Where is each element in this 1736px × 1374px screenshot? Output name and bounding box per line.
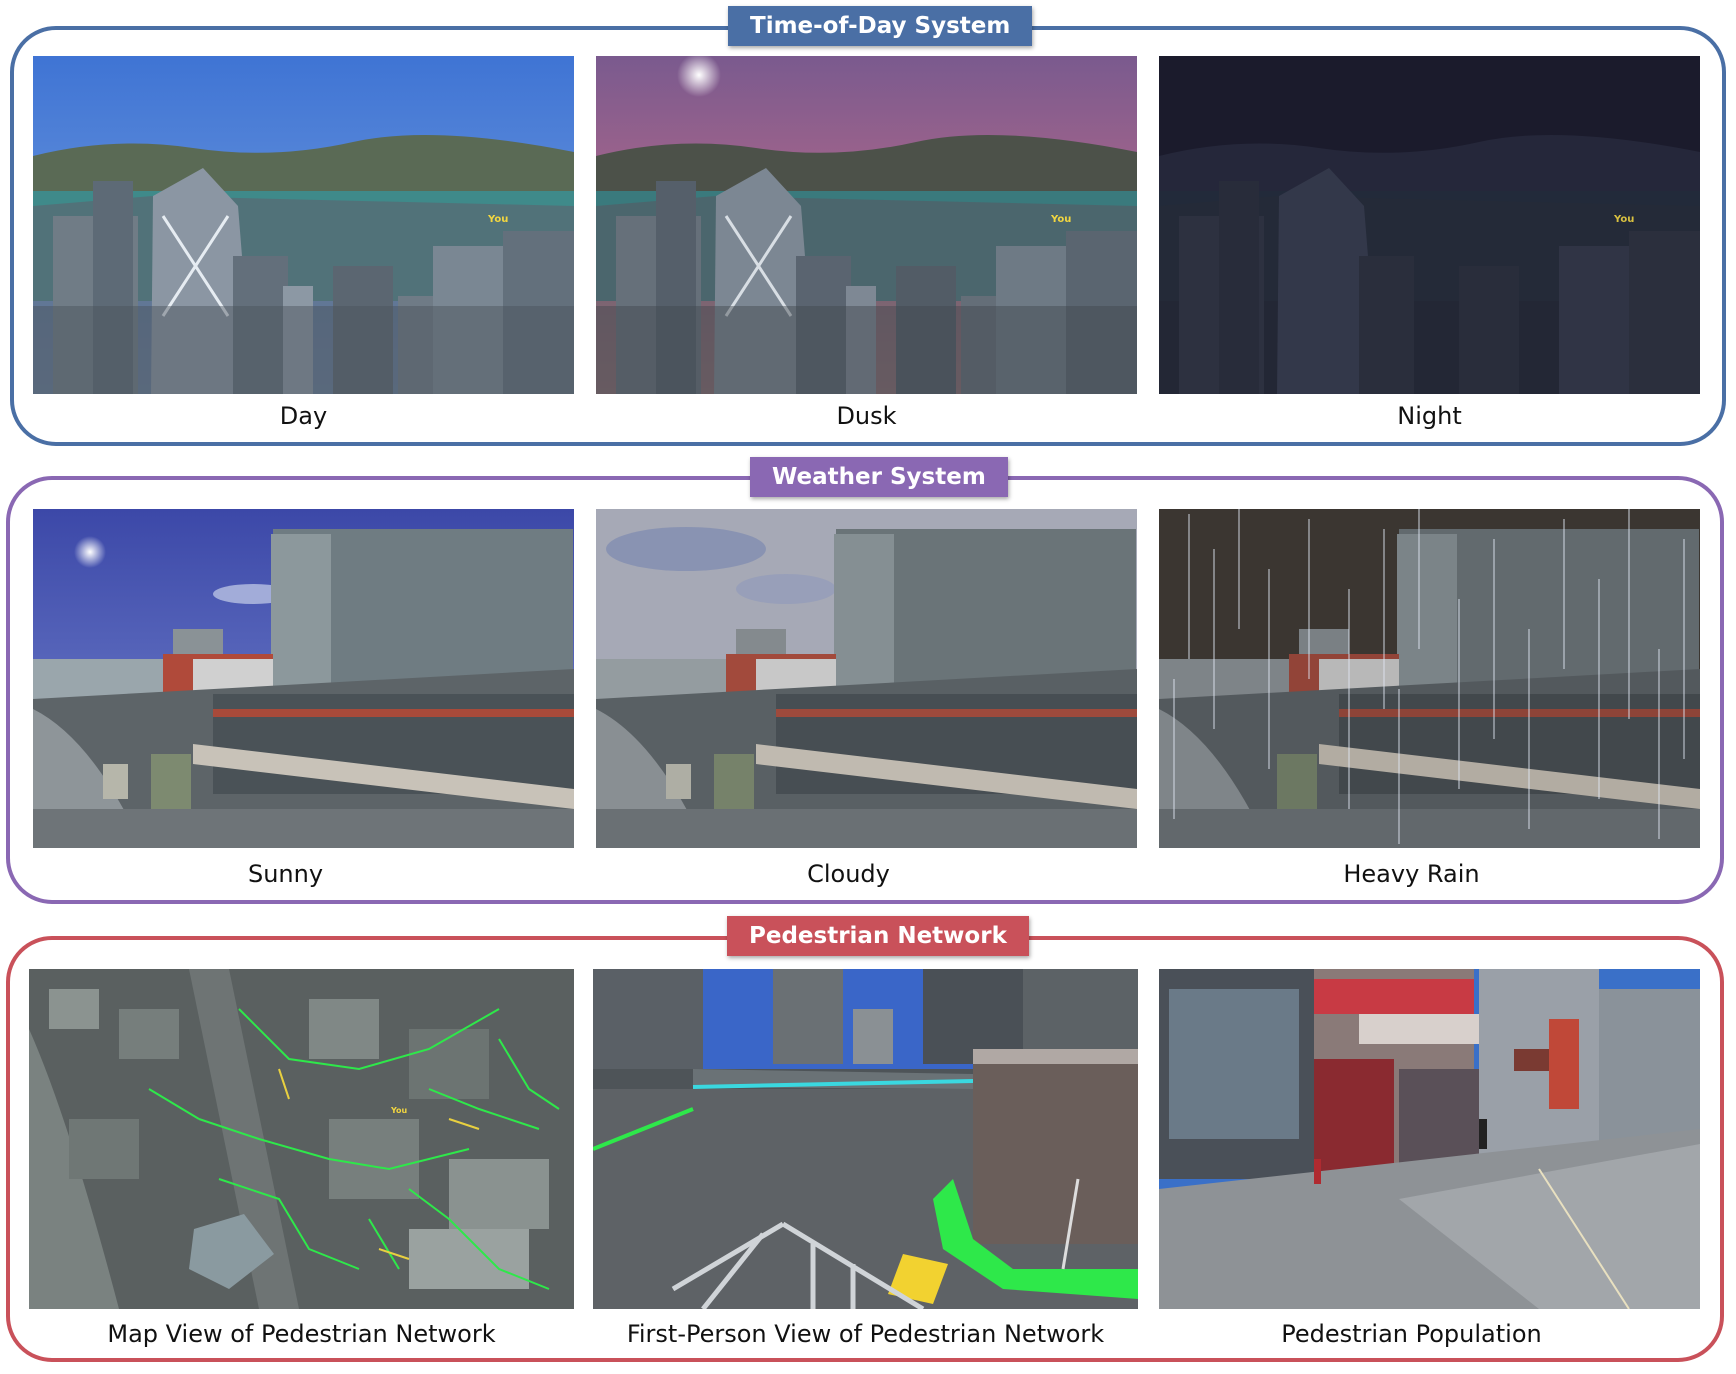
first-person-view-scene-image <box>593 969 1138 1309</box>
day-caption: Day <box>279 402 328 430</box>
heavy-rain-caption: Heavy Rain <box>1343 860 1480 888</box>
sunny-caption: Sunny <box>247 860 324 888</box>
heavy-rain-scene-image <box>1159 509 1700 848</box>
you-marker: You <box>390 1106 408 1115</box>
pedestrian-population-caption: Pedestrian Population <box>1281 1320 1542 1348</box>
dusk-scene-image: You <box>596 56 1137 394</box>
map-view-scene-image: You <box>29 969 574 1309</box>
you-marker: You <box>487 214 508 225</box>
pedestrian-population-scene-image <box>1159 969 1700 1309</box>
weather-title: Weather System <box>750 457 1008 497</box>
night-scene-image: You <box>1159 56 1700 394</box>
time-of-day-title: Time-of-Day System <box>728 6 1033 46</box>
first-person-view-caption: First-Person View of Pedestrian Network <box>626 1320 1105 1348</box>
pedestrian-network-title: Pedestrian Network <box>727 916 1029 956</box>
cloudy-scene-image <box>596 509 1137 848</box>
sunny-scene-image <box>33 509 574 848</box>
you-marker: You <box>1050 214 1071 225</box>
cloudy-caption: Cloudy <box>807 860 890 888</box>
map-view-caption: Map View of Pedestrian Network <box>107 1320 496 1348</box>
day-scene-image: You <box>33 56 574 394</box>
dusk-caption: Dusk <box>836 402 897 430</box>
night-caption: Night <box>1397 402 1462 430</box>
you-marker: You <box>1613 214 1634 225</box>
